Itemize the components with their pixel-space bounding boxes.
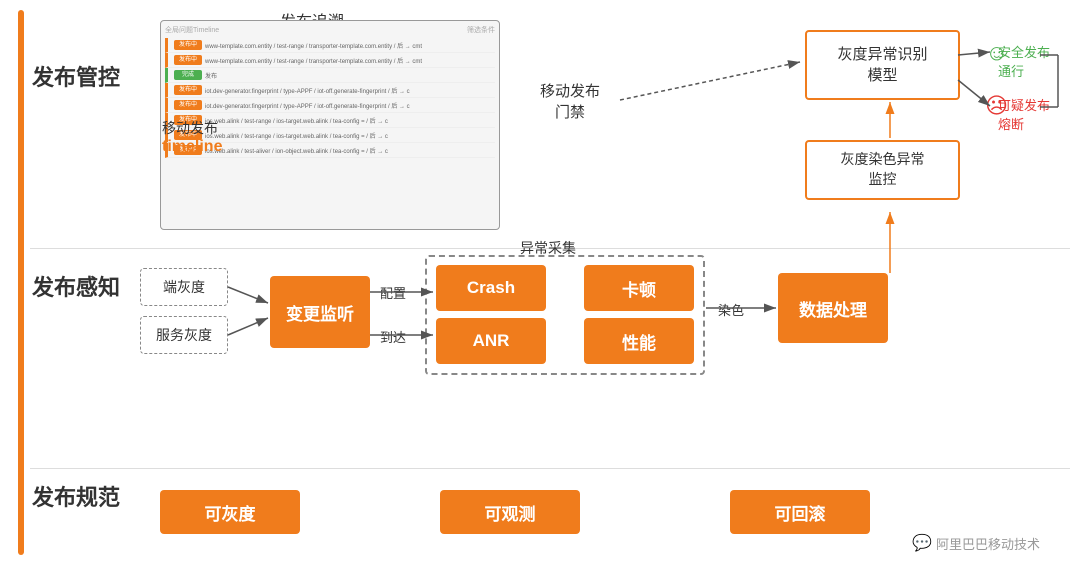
server-gray-label: 服务灰度 (156, 325, 212, 345)
outcome-block-label: 可疑发布熔断 (998, 95, 1050, 133)
change-monitor-box: 变更监听 (270, 276, 370, 348)
section-ganzhi-label: 发布感知 (32, 270, 120, 302)
anr-label: ANR (473, 331, 510, 351)
gray-model-label: 灰度异常识别模型 (837, 44, 927, 86)
kadun-box: 卡顿 (584, 265, 694, 311)
left-accent-bar (18, 10, 24, 555)
norm3-label: 可回滚 (775, 500, 826, 525)
norm2-label: 可观测 (485, 500, 536, 525)
trace-table-header: 全局问题Timeline (165, 25, 219, 35)
mogate-text: 移动发布门禁 (540, 83, 600, 121)
table-row: 发布中iot.dev-generator.fingerprint / type-… (165, 83, 495, 98)
ali-wechat-icon: 💬 (912, 533, 932, 553)
outcome-pass-label: 安全发布通行 (998, 42, 1050, 80)
timeline-sub: timeline (162, 138, 222, 156)
ali-logo: 💬 阿里巴巴移动技术 (912, 533, 1040, 553)
arrive-label: 到达 (380, 327, 406, 346)
crash-label: Crash (467, 278, 515, 298)
mogate-label: 移动发布门禁 (540, 80, 600, 122)
data-process-label: 数据处理 (799, 296, 867, 321)
ali-logo-text: 阿里巴巴移动技术 (936, 534, 1040, 553)
change-monitor-label: 变更监听 (286, 300, 354, 325)
anr-box: ANR (436, 318, 546, 364)
duan-gray-label: 端灰度 (163, 277, 205, 297)
perf-label: 性能 (622, 329, 656, 354)
kadun-label: 卡顿 (622, 276, 656, 301)
table-row: 发布中iot.dev-generator.fingerprint / type-… (165, 98, 495, 113)
crash-box: Crash (436, 265, 546, 311)
gray-color-box: 灰度染色异常监控 (805, 140, 960, 200)
config-label: 配置 (380, 283, 406, 302)
perf-box: 性能 (584, 318, 694, 364)
timeline-main: 移动发布 (162, 120, 218, 136)
norm-box-huidian: 可回滚 (730, 490, 870, 534)
norm-box-keguance: 可观测 (440, 490, 580, 534)
table-row: 发布中www-template.com.entity / test-range … (165, 38, 495, 53)
gray-model-box: 灰度异常识别模型 (805, 30, 960, 100)
table-row: 完成发布 (165, 68, 495, 83)
norm1-label: 可灰度 (205, 500, 256, 525)
section-guifan-label: 发布规范 (32, 480, 120, 512)
table-row: 发布中www-template.com.entity / test-range … (165, 53, 495, 68)
gray-color-label: 灰度染色异常监控 (841, 150, 925, 189)
duan-gray-box: 端灰度 (140, 268, 228, 306)
trace-table-hint: 筛选条件 (467, 25, 495, 35)
server-gray-box: 服务灰度 (140, 316, 228, 354)
divider-bottom (30, 468, 1070, 469)
timeline-label: 移动发布 timeline (162, 118, 222, 156)
dyeing-label: 染色 (718, 300, 744, 319)
data-process-box: 数据处理 (778, 273, 888, 343)
norm-box-kedugree: 可灰度 (160, 490, 300, 534)
section-guankong-label: 发布管控 (32, 60, 120, 92)
